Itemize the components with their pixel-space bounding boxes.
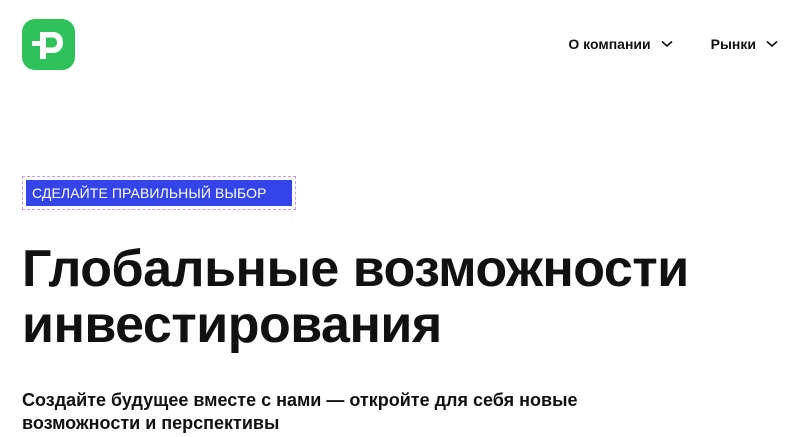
top-nav: О компании Рынки	[568, 34, 778, 54]
logo[interactable]	[22, 19, 75, 70]
hero-title-line-2: инвестирования	[22, 296, 442, 354]
hero-subtitle-line-1: Создайте будущее вместе с нами — откройт…	[22, 390, 578, 410]
chevron-down-icon	[766, 40, 778, 48]
nav-item-markets[interactable]: Рынки	[711, 34, 778, 54]
hero-subtitle-line-2: возможности и перспективы	[22, 413, 280, 433]
nav-item-label: О компании	[568, 36, 651, 52]
nav-item-about[interactable]: О компании	[568, 34, 673, 54]
p-logo-icon	[32, 32, 63, 59]
hero-tag: СДЕЛАЙТЕ ПРАВИЛЬНЫЙ ВЫБОР	[26, 180, 292, 206]
hero-title-line-1: Глобальные возможности	[22, 240, 689, 298]
chevron-down-icon	[661, 40, 673, 48]
hero-tag-frame: СДЕЛАЙТЕ ПРАВИЛЬНЫЙ ВЫБОР	[22, 176, 296, 210]
hero-title: Глобальные возможности инвестирования	[22, 241, 762, 353]
hero-subtitle: Создайте будущее вместе с нами — откройт…	[22, 389, 702, 435]
nav-item-label: Рынки	[710, 36, 756, 52]
